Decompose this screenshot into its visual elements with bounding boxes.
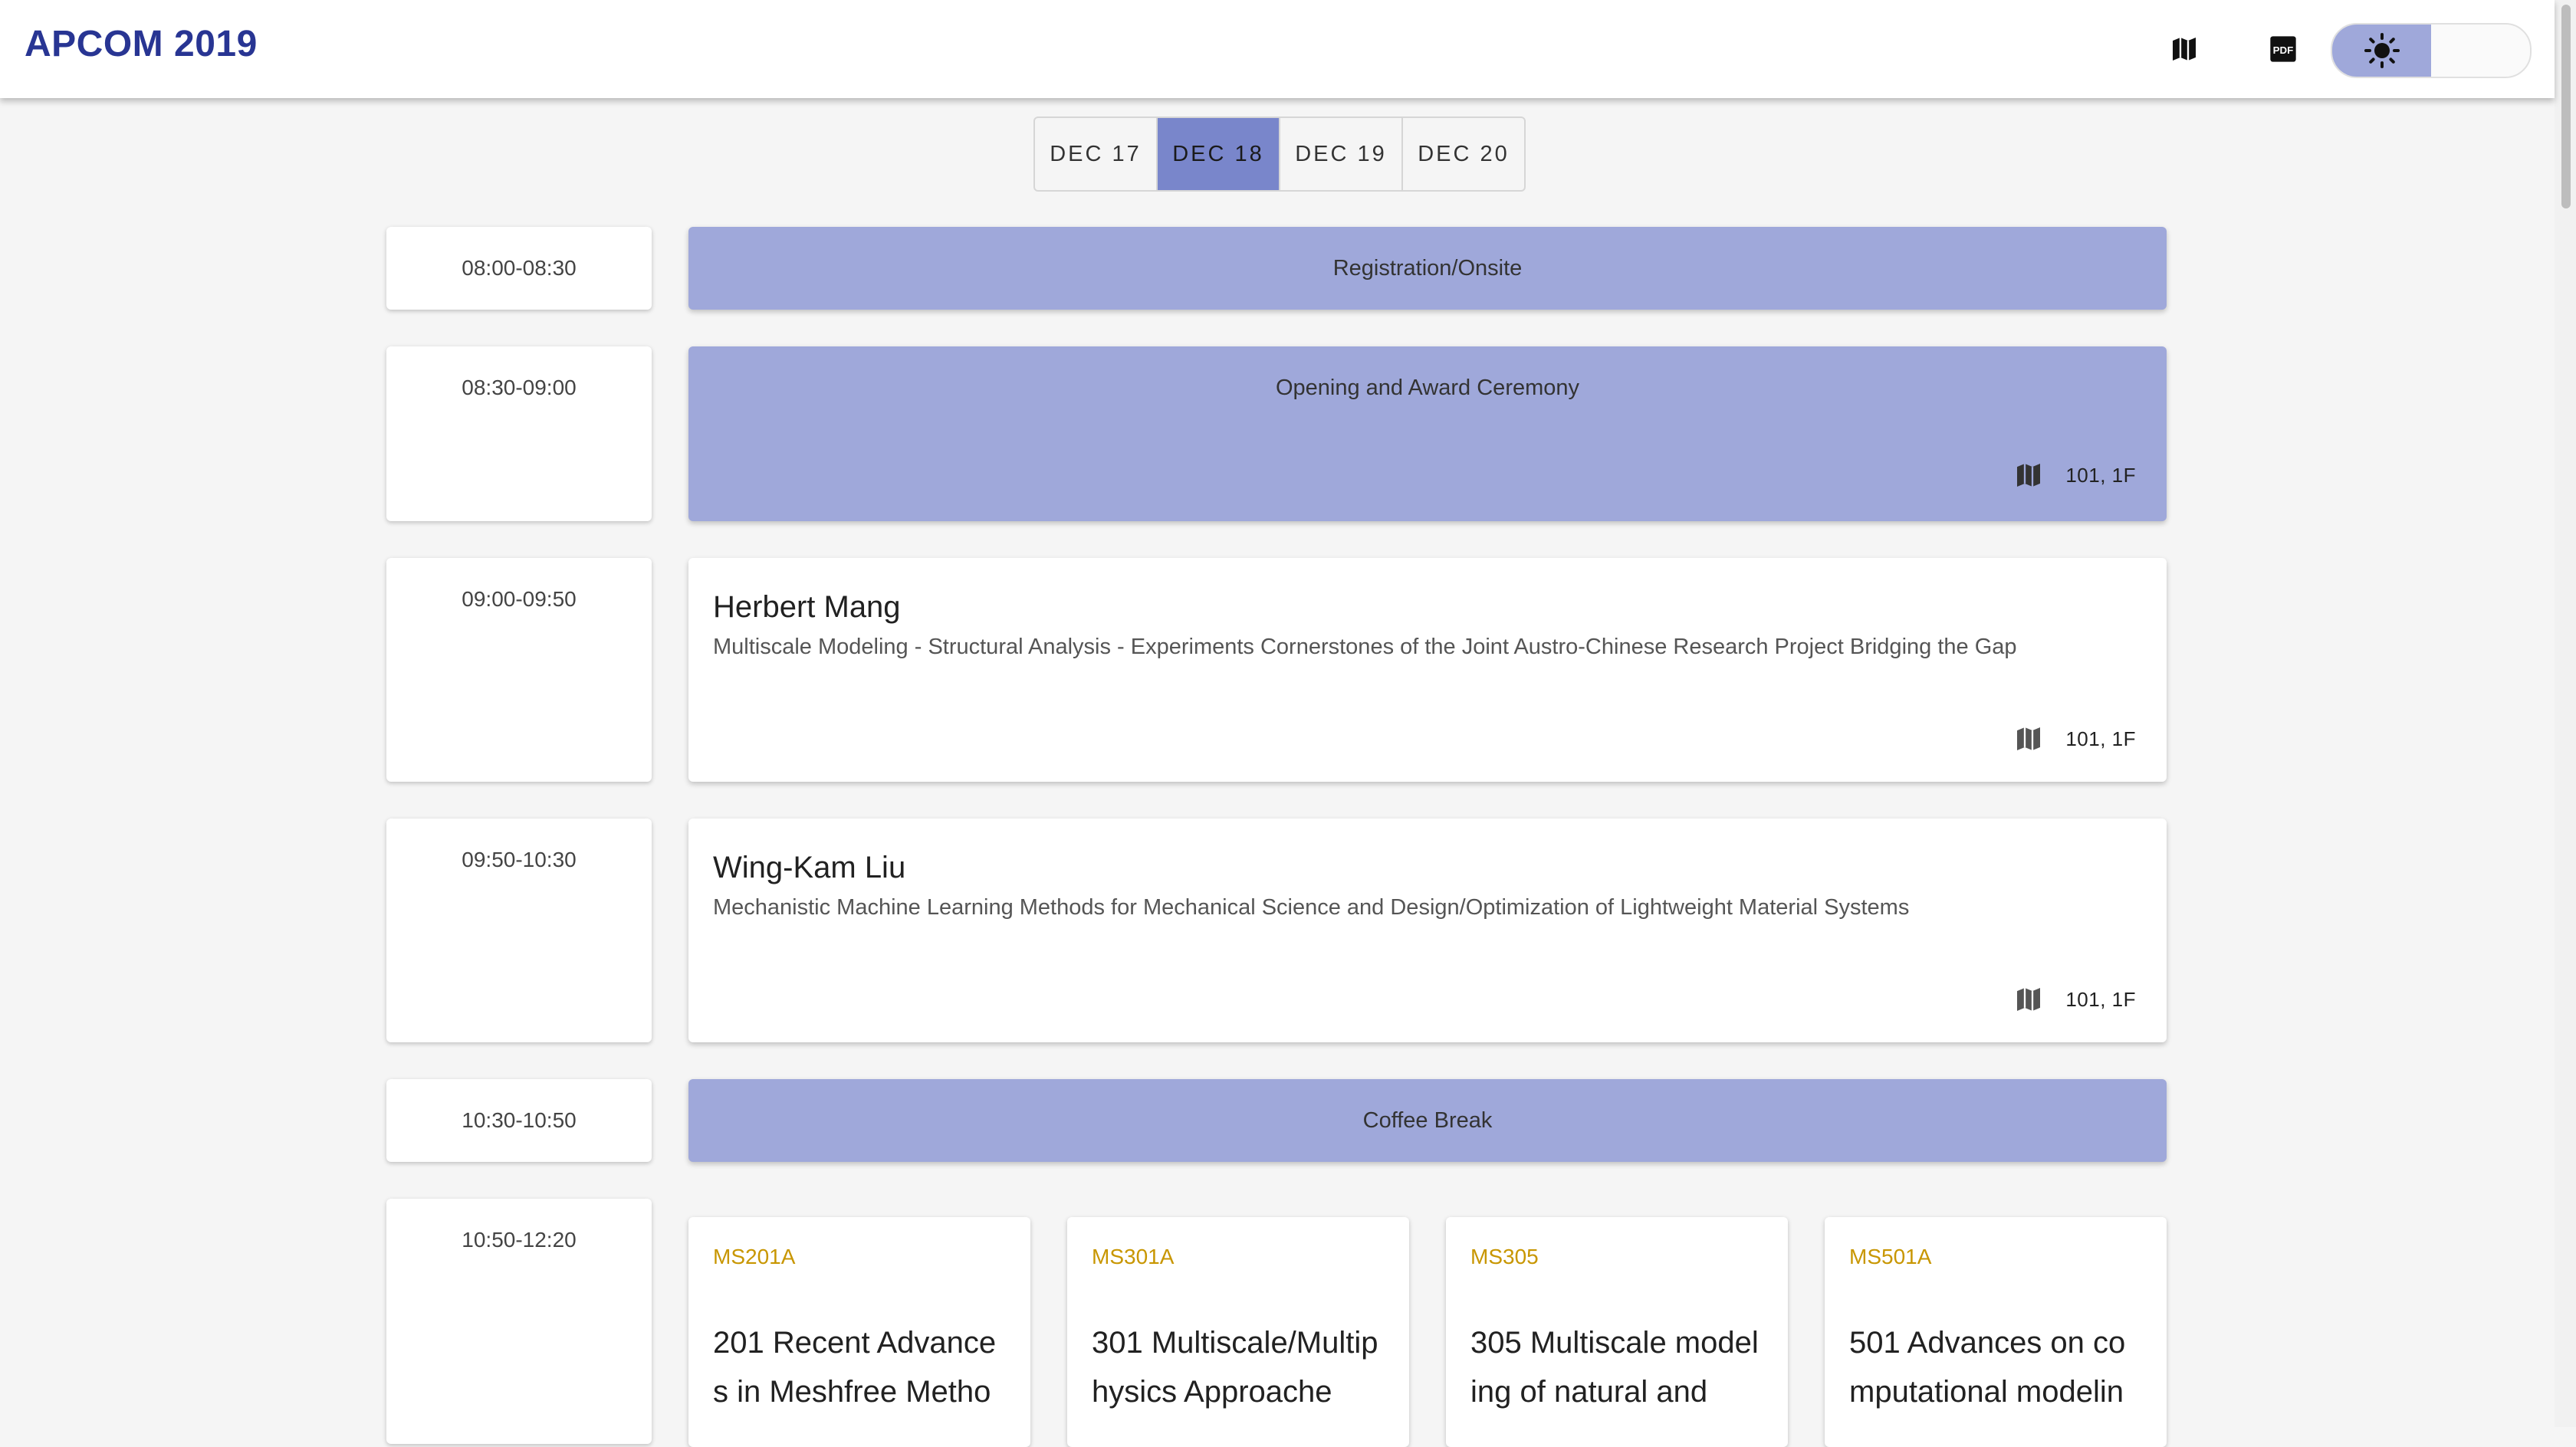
time-label: 09:00-09:50 — [462, 587, 577, 611]
time-label: 09:50-10:30 — [462, 848, 577, 871]
time-label: 08:30-09:00 — [462, 376, 577, 399]
event-location[interactable]: 101, 1F — [2013, 460, 2136, 491]
time-slot: 08:00-08:30 — [386, 227, 652, 310]
scrollbar-thumb[interactable] — [2561, 5, 2571, 208]
session-title: 301 Multiscale/Multiphysics Approache — [1092, 1326, 1378, 1409]
map-button[interactable] — [2160, 25, 2209, 74]
speaker-name: Herbert Mang — [713, 590, 901, 624]
time-label: 10:50-12:20 — [462, 1228, 577, 1252]
talk-title: Mechanistic Machine Learning Methods for… — [713, 895, 1910, 920]
dark-theme-button[interactable] — [2431, 25, 2530, 77]
tab-dec-20[interactable]: DEC 20 — [1403, 118, 1524, 190]
moon-icon — [2476, 35, 2492, 66]
map-icon — [2173, 38, 2196, 61]
tab-dec-19[interactable]: DEC 19 — [1280, 118, 1403, 190]
speaker-name: Wing-Kam Liu — [713, 851, 906, 884]
time-slot: 09:50-10:30 — [386, 819, 652, 1042]
session-card-ms305[interactable]: MS305 305 Multiscale modeling of natural… — [1446, 1217, 1788, 1447]
event-card-opening[interactable]: Opening and Award Ceremony 101, 1F — [688, 346, 2167, 521]
event-title: Registration/Onsite — [1332, 256, 1523, 281]
light-theme-button[interactable] — [2332, 25, 2431, 77]
session-card-ms301a[interactable]: MS301A 301 Multiscale/Multiphysics Appro… — [1067, 1217, 1409, 1447]
session-code: MS201A — [713, 1245, 796, 1268]
tab-dec-17[interactable]: DEC 17 — [1035, 118, 1158, 190]
session-card-ms501a[interactable]: MS501A 501 Advances on computational mod… — [1825, 1217, 2167, 1447]
session-title: 201 Recent Advances in Meshfree Metho — [713, 1326, 997, 1409]
theme-toggle[interactable] — [2331, 23, 2532, 78]
day-tabs: DEC 17 DEC 18 DEC 19 DEC 20 — [1033, 116, 1526, 192]
app-title[interactable]: APCOM 2019 — [25, 23, 258, 65]
session-code: MS301A — [1092, 1245, 1175, 1268]
session-code: MS305 — [1470, 1245, 1539, 1268]
event-title: Opening and Award Ceremony — [1275, 376, 1580, 400]
pdf-glyph-text: PDF — [2273, 44, 2294, 56]
location-label: 101, 1F — [2065, 987, 2136, 1011]
event-title: Coffee Break — [1362, 1108, 1493, 1133]
event-card-keynote[interactable]: Herbert Mang Multiscale Modeling - Struc… — [688, 558, 2167, 782]
time-label: 10:30-10:50 — [462, 1108, 577, 1132]
time-slot: 09:00-09:50 — [386, 558, 652, 782]
event-location[interactable]: 101, 1F — [2013, 724, 2136, 754]
time-label: 08:00-08:30 — [462, 256, 577, 280]
map-icon — [2017, 464, 2041, 487]
pdf-button[interactable]: PDF — [2259, 25, 2308, 74]
location-label: 101, 1F — [2065, 727, 2136, 750]
sun-icon — [2364, 33, 2400, 68]
talk-title: Multiscale Modeling - Structural Analysi… — [713, 635, 2017, 659]
time-slot: 08:30-09:00 — [386, 346, 652, 521]
event-card-registration[interactable]: Registration/Onsite — [688, 227, 2167, 310]
app-bar: APCOM 2019 PDF — [0, 0, 2555, 98]
event-card-coffee-break[interactable]: Coffee Break — [688, 1079, 2167, 1162]
map-icon — [2017, 727, 2041, 750]
session-title: 501 Advances on computational modelin — [1849, 1326, 2126, 1409]
page-scrollbar[interactable] — [2555, 0, 2576, 1427]
session-title: 305 Multiscale modeling of natural and — [1470, 1326, 1759, 1409]
location-label: 101, 1F — [2065, 463, 2136, 487]
session-code: MS501A — [1849, 1245, 1932, 1268]
map-icon — [2017, 988, 2041, 1011]
event-location[interactable]: 101, 1F — [2013, 984, 2136, 1015]
event-card-keynote[interactable]: Wing-Kam Liu Mechanistic Machine Learnin… — [688, 819, 2167, 1042]
tab-dec-18[interactable]: DEC 18 — [1158, 118, 1280, 190]
pdf-icon: PDF — [2270, 36, 2296, 62]
time-slot: 10:50-12:20 — [386, 1199, 652, 1444]
session-card-ms201a[interactable]: MS201A 201 Recent Advances in Meshfree M… — [688, 1217, 1030, 1447]
time-slot: 10:30-10:50 — [386, 1079, 652, 1162]
